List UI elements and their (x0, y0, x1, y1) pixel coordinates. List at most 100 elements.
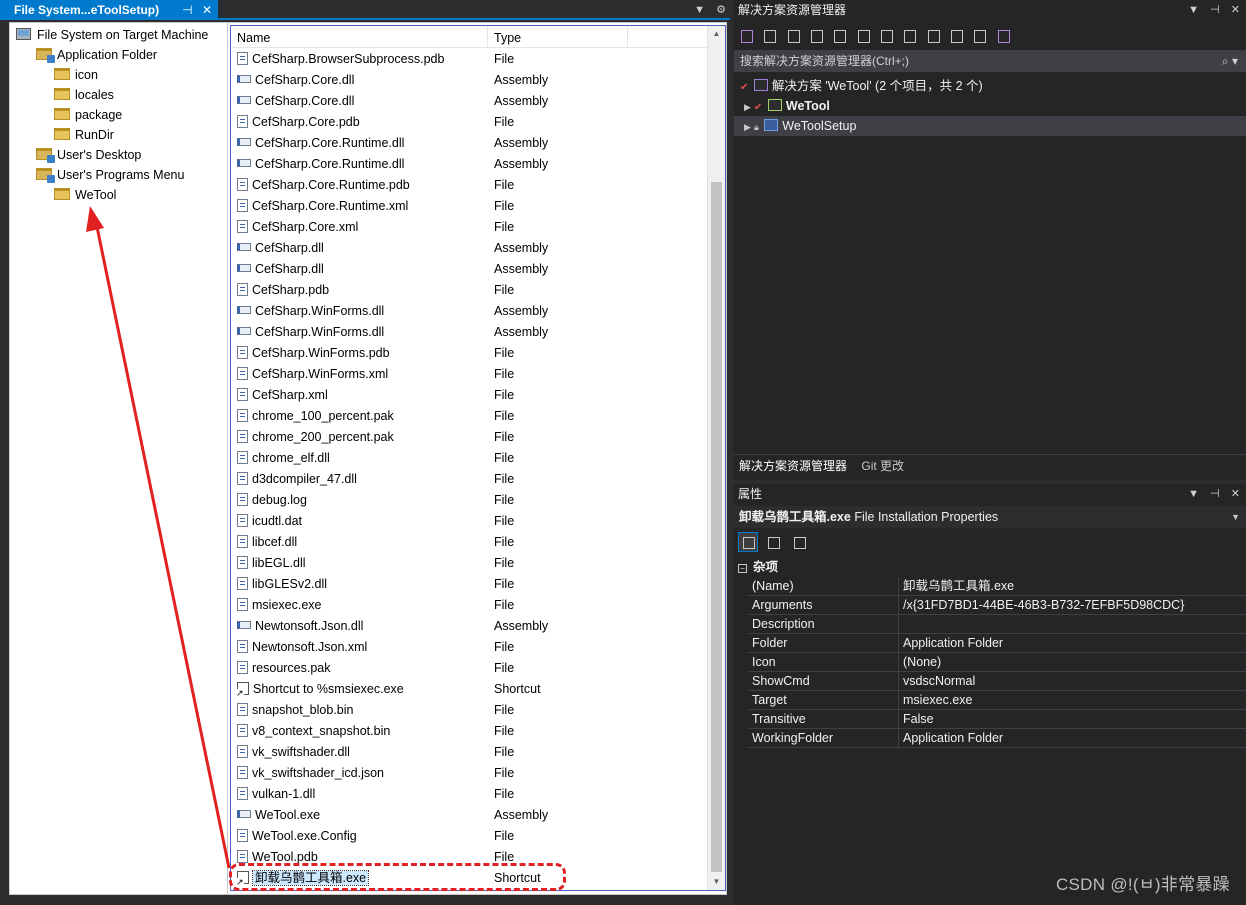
project-node-wetool[interactable]: ▶ ✔ WeTool (734, 96, 1246, 116)
file-row[interactable]: snapshot_blob.bin File (231, 700, 707, 721)
solution-node[interactable]: ✔ 解决方案 'WeTool' (2 个项目，共 2 个) (734, 76, 1246, 96)
property-value[interactable]: 卸载乌鹊工具箱.exe (903, 577, 1014, 596)
history-icon[interactable] (761, 28, 777, 44)
file-row[interactable]: CefSharp.Core.Runtime.dll Assembly (231, 133, 707, 154)
refresh-icon[interactable] (855, 28, 871, 44)
chevron-down-icon[interactable]: ▼ (1231, 506, 1240, 528)
property-value[interactable]: msiexec.exe (903, 691, 972, 710)
categorized-icon[interactable] (738, 532, 758, 552)
collapse-all-icon[interactable] (808, 28, 824, 44)
edit-icon[interactable] (971, 28, 987, 44)
property-value[interactable]: (None) (903, 653, 941, 672)
scroll-up-arrow-icon[interactable]: ▲ (708, 26, 725, 42)
file-row[interactable]: CefSharp.WinForms.xml File (231, 364, 707, 385)
file-row[interactable]: libGLESv2.dll File (231, 574, 707, 595)
expand-arrow-icon[interactable]: ▶ (744, 117, 754, 137)
search-icon[interactable]: ⌕ ▾ (1222, 50, 1238, 72)
properties-wrench-icon[interactable] (831, 28, 847, 44)
file-row[interactable]: vulkan-1.dll File (231, 784, 707, 805)
file-row[interactable]: vk_swiftshader_icd.json File (231, 763, 707, 784)
property-row[interactable]: Target msiexec.exe (748, 691, 1246, 710)
file-row[interactable]: WeTool.exe Assembly (231, 805, 707, 826)
file-row[interactable]: chrome_200_percent.pak File (231, 427, 707, 448)
property-value[interactable]: Application Folder (903, 634, 1003, 653)
property-value[interactable]: vsdscNormal (903, 672, 975, 691)
solution-search-box[interactable]: 搜索解决方案资源管理器(Ctrl+;) ⌕ ▾ (734, 50, 1246, 72)
property-row[interactable]: WorkingFolder Application Folder (748, 729, 1246, 748)
tab-solution-explorer[interactable]: 解决方案资源管理器 (739, 459, 847, 473)
file-row[interactable]: Newtonsoft.Json.dll Assembly (231, 616, 707, 637)
file-row[interactable]: Newtonsoft.Json.xml File (231, 637, 707, 658)
scroll-down-arrow-icon[interactable]: ▼ (708, 874, 725, 890)
switch-views-icon[interactable] (738, 28, 754, 44)
file-row[interactable]: CefSharp.BrowserSubprocess.pdb File (231, 49, 707, 70)
file-row[interactable]: Shortcut to %smsiexec.exe Shortcut (231, 679, 707, 700)
property-value[interactable]: Application Folder (903, 729, 1003, 748)
file-row[interactable]: msiexec.exe File (231, 595, 707, 616)
property-value[interactable]: /x{31FD7BD1-44BE-46B3-B732-7EFBF5D98CDC} (903, 596, 1184, 615)
document-tab-filesystem[interactable]: File System...eToolSetup) ⊣ ✕ (0, 0, 218, 20)
file-row[interactable]: CefSharp.WinForms.dll Assembly (231, 322, 707, 343)
collapse-icon[interactable]: − (738, 564, 747, 573)
tree-node[interactable]: Application Folder (36, 45, 157, 65)
file-row[interactable]: CefSharp.Core.Runtime.pdb File (231, 175, 707, 196)
file-row[interactable]: vk_swiftshader.dll File (231, 742, 707, 763)
view-code-icon[interactable] (925, 28, 941, 44)
property-row[interactable]: Folder Application Folder (748, 634, 1246, 653)
file-row[interactable]: libcef.dll File (231, 532, 707, 553)
file-row[interactable]: debug.log File (231, 490, 707, 511)
file-row[interactable]: CefSharp.Core.dll Assembly (231, 91, 707, 112)
pin-icon[interactable]: ⊣ (182, 3, 192, 17)
tree-node[interactable]: RunDir (54, 125, 114, 145)
close-icon[interactable]: ✕ (202, 3, 212, 17)
chevron-down-icon[interactable]: ▼ (694, 4, 705, 16)
show-all-files-icon[interactable] (878, 28, 894, 44)
property-row[interactable]: Icon (None) (748, 653, 1246, 672)
file-row[interactable]: CefSharp.WinForms.pdb File (231, 343, 707, 364)
scrollbar-thumb[interactable] (711, 182, 722, 872)
file-row[interactable]: chrome_100_percent.pak File (231, 406, 707, 427)
file-row[interactable]: v8_context_snapshot.bin File (231, 721, 707, 742)
tree-node[interactable]: icon (54, 65, 98, 85)
tree-node[interactable]: User's Desktop (36, 145, 141, 165)
pin-icon[interactable]: ⊣ (1210, 488, 1220, 500)
column-header-type[interactable]: Type (488, 26, 628, 48)
filter-icon[interactable] (901, 28, 917, 44)
property-value[interactable]: False (903, 710, 934, 729)
pin-icon[interactable]: ⊣ (1210, 4, 1220, 16)
file-row[interactable]: chrome_elf.dll File (231, 448, 707, 469)
chevron-down-icon[interactable]: ▼ (1188, 4, 1199, 16)
close-icon[interactable]: ✕ (1231, 4, 1240, 16)
preview-icon[interactable] (948, 28, 964, 44)
property-row[interactable]: (Name) 卸载乌鹊工具箱.exe (748, 577, 1246, 596)
property-pages-wrench-icon[interactable] (789, 532, 809, 552)
gear-icon[interactable]: ⚙ (716, 4, 726, 16)
tree-node[interactable]: locales (54, 85, 114, 105)
tree-node[interactable]: package (54, 105, 122, 125)
file-row[interactable]: CefSharp.pdb File (231, 280, 707, 301)
chevron-down-icon[interactable]: ▼ (1188, 488, 1199, 500)
file-row[interactable]: WeTool.exe.Config File (231, 826, 707, 847)
property-row[interactable]: ShowCmd vsdscNormal (748, 672, 1246, 691)
property-row[interactable]: Transitive False (748, 710, 1246, 729)
alphabetical-sort-icon[interactable] (763, 532, 783, 552)
tree-node[interactable]: User's Programs Menu (36, 165, 184, 185)
sync-icon[interactable] (785, 28, 801, 44)
column-header-name[interactable]: Name (231, 26, 488, 48)
file-row[interactable]: d3dcompiler_47.dll File (231, 469, 707, 490)
property-category[interactable]: − 杂项 (734, 558, 1246, 577)
property-row[interactable]: Arguments/x{31FD7BD1-44BE-46B3-B732-7EFB… (748, 596, 1246, 615)
file-row[interactable]: icudtl.dat File (231, 511, 707, 532)
file-row[interactable]: resources.pak File (231, 658, 707, 679)
file-row[interactable]: CefSharp.Core.Runtime.xml File (231, 196, 707, 217)
close-icon[interactable]: ✕ (1231, 488, 1240, 500)
file-row[interactable]: libEGL.dll File (231, 553, 707, 574)
file-row[interactable]: CefSharp.Core.Runtime.dll Assembly (231, 154, 707, 175)
project-node-wetoolsetup[interactable]: ▶ 🔒︎ WeToolSetup (734, 116, 1246, 136)
file-row[interactable]: CefSharp.xml File (231, 385, 707, 406)
tab-git-changes[interactable]: Git 更改 (861, 459, 904, 473)
file-row[interactable]: CefSharp.WinForms.dll Assembly (231, 301, 707, 322)
file-row[interactable]: CefSharp.dll Assembly (231, 238, 707, 259)
file-row[interactable]: CefSharp.Core.pdb File (231, 112, 707, 133)
tree-node[interactable]: WeTool (54, 185, 116, 205)
